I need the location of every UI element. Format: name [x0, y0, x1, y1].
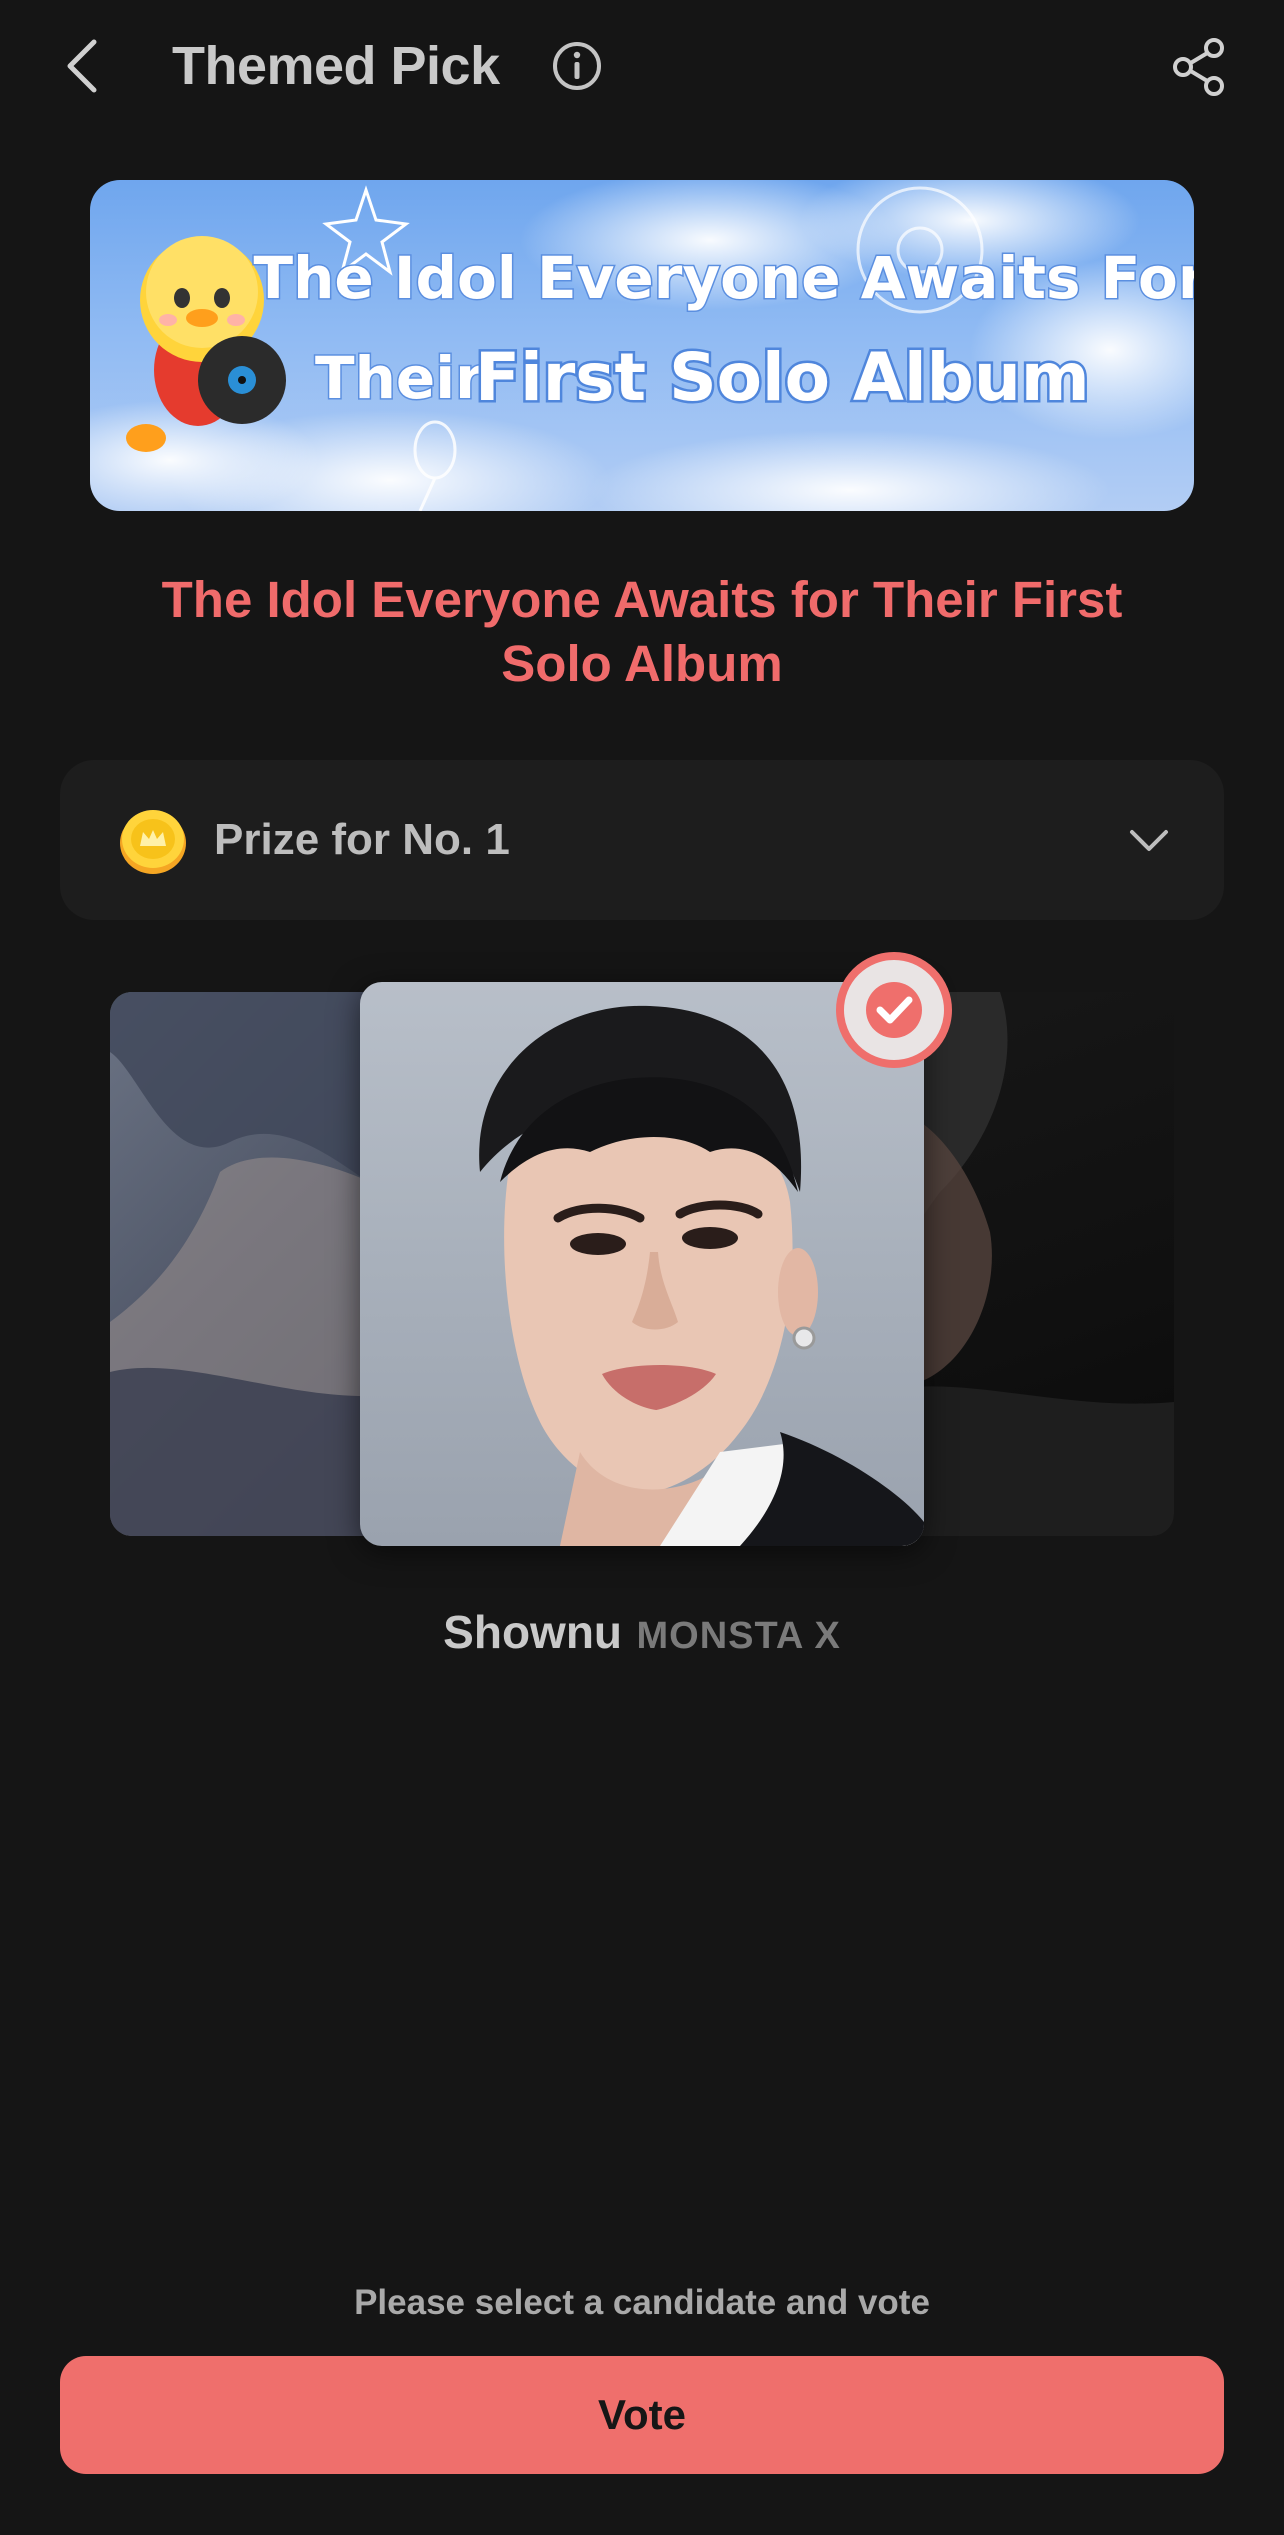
info-icon — [553, 42, 601, 90]
back-button[interactable] — [52, 28, 112, 104]
share-icon — [1173, 38, 1224, 96]
check-icon[interactable] — [834, 950, 954, 1070]
coin-icon — [120, 810, 186, 874]
candidate-card-next[interactable] — [880, 992, 1174, 1536]
info-button[interactable] — [551, 40, 603, 92]
candidate-group: MONSTA X — [636, 1615, 841, 1657]
top-bar: Themed Pick — [0, 0, 1284, 140]
chevron-left-icon — [67, 39, 97, 93]
candidate-carousel[interactable] — [0, 960, 1284, 1560]
vote-hint: Please select a candidate and vote — [354, 2283, 930, 2322]
candidate-photo-next — [880, 992, 1174, 1536]
theme-banner: The Idol Everyone Awaits For Their First… — [90, 180, 1194, 511]
pick-heading: The Idol Everyone Awaits for Their First… — [60, 568, 1224, 696]
banner-line-2-prefix: Their — [315, 344, 484, 412]
prize-label: Prize for No. 1 — [214, 815, 510, 864]
candidate-name: Shownu — [443, 1606, 623, 1658]
chevron-down-icon — [1130, 830, 1168, 851]
share-button[interactable] — [1168, 36, 1230, 98]
vote-button[interactable]: Vote — [60, 2356, 1224, 2474]
pick-heading-line-2: Solo Album — [501, 635, 783, 692]
candidate-caption: Shownu MONSTA X — [0, 1602, 1284, 1674]
pick-heading-line-1: The Idol Everyone Awaits for Their First — [161, 571, 1123, 628]
prize-toggle[interactable]: Prize for No. 1 — [60, 760, 1224, 920]
banner-line-2-emphasis: First Solo Album — [475, 339, 1090, 416]
banner-line-1: The Idol Everyone Awaits For — [254, 244, 1194, 312]
page-title: Themed Pick — [172, 36, 500, 96]
